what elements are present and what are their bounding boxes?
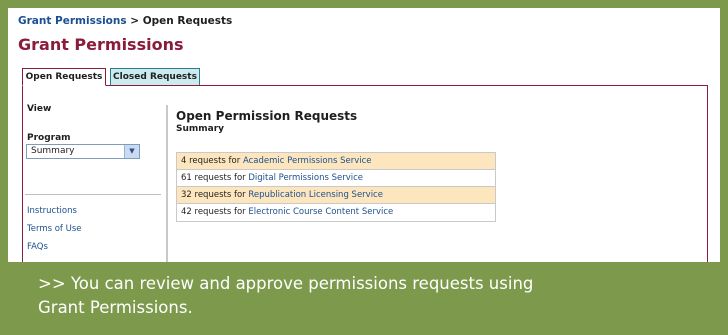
breadcrumb: Grant Permissions > Open Requests xyxy=(18,15,232,27)
request-count: 32 requests for xyxy=(181,190,246,200)
breadcrumb-separator: > xyxy=(130,15,140,27)
sidebar-link-instructions[interactable]: Instructions xyxy=(27,206,82,216)
chevron-down-icon[interactable]: ▼ xyxy=(124,145,139,158)
requests-table: 4 requests for Academic Permissions Serv… xyxy=(176,152,496,222)
request-count: 42 requests for xyxy=(181,207,246,217)
page-title: Grant Permissions xyxy=(18,35,184,54)
sidebar-links: Instructions Terms of Use FAQs xyxy=(27,206,82,260)
view-label: View xyxy=(27,104,52,114)
program-label: Program xyxy=(27,133,71,143)
service-link-electronic-course-content[interactable]: Electronic Course Content Service xyxy=(248,207,393,217)
table-row: 32 requests for Republication Licensing … xyxy=(177,187,495,204)
vertical-divider xyxy=(166,105,168,263)
program-select[interactable]: Summary ▼ xyxy=(26,144,140,159)
table-row: 4 requests for Academic Permissions Serv… xyxy=(177,153,495,170)
tab-open-requests[interactable]: Open Requests xyxy=(22,68,106,86)
sidebar-link-terms-of-use[interactable]: Terms of Use xyxy=(27,224,82,234)
table-row: 42 requests for Electronic Course Conten… xyxy=(177,204,495,221)
sidebar-divider xyxy=(25,194,161,195)
service-link-republication-licensing[interactable]: Republication Licensing Service xyxy=(248,190,383,200)
caption-line-2: Grant Permissions. xyxy=(38,298,193,317)
service-link-academic-permissions[interactable]: Academic Permissions Service xyxy=(243,156,372,166)
request-count: 4 requests for xyxy=(181,156,241,166)
breadcrumb-link-grant-permissions[interactable]: Grant Permissions xyxy=(18,15,127,27)
caption-banner: >> You can review and approve permission… xyxy=(0,262,728,335)
service-link-digital-permissions[interactable]: Digital Permissions Service xyxy=(248,173,363,183)
request-count: 61 requests for xyxy=(181,173,246,183)
program-select-value: Summary xyxy=(31,146,75,156)
table-row: 61 requests for Digital Permissions Serv… xyxy=(177,170,495,187)
tab-content: View Program Summary ▼ Instructions Term… xyxy=(22,85,708,263)
main-subheading: Summary xyxy=(176,124,225,134)
tab-closed-requests[interactable]: Closed Requests xyxy=(110,68,200,86)
sidebar: View Program Summary ▼ Instructions Term… xyxy=(23,86,163,262)
caption-line-1: >> You can review and approve permission… xyxy=(38,274,534,293)
app-panel: Grant Permissions > Open Requests Grant … xyxy=(8,8,720,263)
sidebar-link-faqs[interactable]: FAQs xyxy=(27,242,82,252)
main-heading: Open Permission Requests xyxy=(176,109,358,123)
breadcrumb-current: Open Requests xyxy=(142,15,233,27)
